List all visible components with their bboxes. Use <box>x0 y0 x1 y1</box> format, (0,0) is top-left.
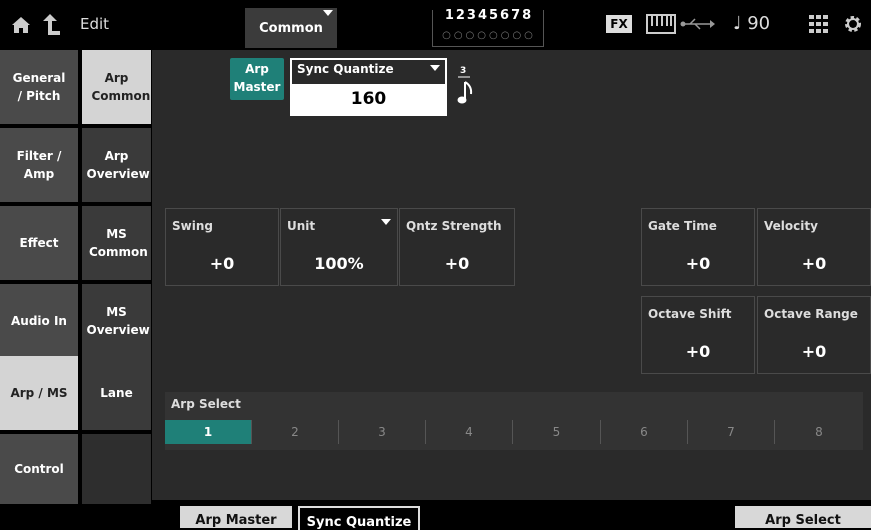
part-select-label: Common <box>259 20 323 36</box>
tab-label: Effect <box>19 236 59 250</box>
octave-range-value: +0 <box>801 342 827 361</box>
tab-effect[interactable]: Effect <box>0 206 80 282</box>
qntz-strength-label: Qntz Strength <box>406 219 502 233</box>
qntz-strength-param[interactable]: Qntz Strength +0 <box>399 208 515 286</box>
arp-select-option[interactable]: 4 <box>426 420 513 444</box>
unit-param[interactable]: Unit 100% <box>280 208 398 286</box>
subtab-arp-common[interactable]: Arp Common <box>82 50 151 126</box>
tempo-display[interactable]: ♩ 90 <box>733 13 770 34</box>
swing-param[interactable]: Swing +0 <box>165 208 279 286</box>
gate-time-label: Gate Time <box>648 219 717 233</box>
triplet-eighth-note-icon: 3 <box>456 66 476 108</box>
gear-icon[interactable] <box>843 14 863 34</box>
subtab-ms-overview[interactable]: MS Overview <box>82 284 151 360</box>
arp-select-label: Arp Select <box>171 397 241 411</box>
eighth-note-icon <box>457 76 473 104</box>
arp-select-option[interactable]: 3 <box>339 420 426 444</box>
tab-label: Arp / MS <box>10 386 68 400</box>
arp-select-bar: Arp Select 1 2 3 4 5 6 7 8 <box>165 392 863 450</box>
chevron-down-icon <box>430 65 440 71</box>
mode-title: Edit <box>80 15 110 33</box>
tab-label: Control <box>14 462 64 476</box>
subtab-label: MS Common <box>89 227 148 259</box>
tab-audio-in[interactable]: Audio In <box>0 284 80 360</box>
tab-general-pitch[interactable]: General / Pitch <box>0 50 80 126</box>
tab-label: Audio In <box>11 314 67 328</box>
octave-range-param[interactable]: Octave Range +0 <box>757 296 871 374</box>
tab-arp-ms[interactable]: Arp / MS <box>0 356 80 432</box>
home-icon[interactable] <box>10 14 32 36</box>
bottom-arp-master-button[interactable]: Arp Master <box>180 506 292 528</box>
sync-quantize-field[interactable]: Sync Quantize 160 <box>290 58 447 116</box>
octave-range-label: Octave Range <box>764 307 858 321</box>
arp-select-option[interactable]: 5 <box>513 420 601 444</box>
tab-control[interactable]: Control <box>0 434 80 506</box>
subtab-ms-common[interactable]: MS Common <box>82 206 151 282</box>
qntz-strength-value: +0 <box>444 254 470 273</box>
part-numbers: 12345678 <box>444 8 534 23</box>
swing-value: +0 <box>209 254 235 273</box>
octave-shift-param[interactable]: Octave Shift +0 <box>641 296 755 374</box>
part-dots: ○○○○○○○○ <box>442 30 536 41</box>
arp-select-option[interactable]: 1 <box>165 420 252 444</box>
usb-icon <box>680 18 715 30</box>
part-select-dropdown[interactable]: Common <box>245 8 337 48</box>
tab-label: General / Pitch <box>12 71 66 103</box>
arp-select-option[interactable]: 6 <box>601 420 688 444</box>
arp-master-button[interactable]: Arp Master <box>230 58 284 100</box>
unit-value: 100% <box>314 254 364 273</box>
velocity-param[interactable]: Velocity +0 <box>757 208 871 286</box>
chevron-down-icon <box>323 10 333 16</box>
subtab-label: Arp Common <box>91 71 151 103</box>
tab-filter-amp[interactable]: Filter / Amp <box>0 128 80 204</box>
velocity-value: +0 <box>801 254 827 273</box>
subtab-label: Lane <box>100 386 133 400</box>
top-bar: Edit Common 12345678 ○○○○○○○○ FX ♩ 90 <box>0 0 871 50</box>
subtab-label: Arp Overview <box>86 149 150 181</box>
grid-icon[interactable] <box>809 15 829 33</box>
chevron-down-icon <box>381 219 391 225</box>
subtab-lane[interactable]: Lane <box>82 356 151 432</box>
tab-label: Filter / Amp <box>16 149 62 181</box>
fx-badge[interactable]: FX <box>606 15 632 33</box>
subtab-empty <box>82 434 151 506</box>
subtab-arp-overview[interactable]: Arp Overview <box>82 128 151 204</box>
bottom-sync-quantize-button[interactable]: Sync Quantize <box>298 506 420 530</box>
tuplet-number: 3 <box>460 66 467 76</box>
arp-select-option[interactable]: 2 <box>252 420 339 444</box>
velocity-label: Velocity <box>764 219 818 233</box>
octave-shift-label: Octave Shift <box>648 307 732 321</box>
arp-master-label-line2: Master <box>233 80 281 94</box>
gate-time-value: +0 <box>685 254 711 273</box>
unit-label: Unit <box>287 219 316 233</box>
octave-shift-value: +0 <box>685 342 711 361</box>
swing-label: Swing <box>172 219 213 233</box>
arp-master-label-line1: Arp <box>245 62 269 76</box>
subtab-label: MS Overview <box>86 305 150 337</box>
part-indicator: 12345678 ○○○○○○○○ <box>432 8 544 47</box>
keyboard-icon <box>646 14 676 34</box>
arp-select-option[interactable]: 8 <box>775 420 863 444</box>
gate-time-param[interactable]: Gate Time +0 <box>641 208 755 286</box>
up-arrow-icon[interactable] <box>40 13 62 37</box>
sync-quantize-value: 160 <box>292 84 445 114</box>
bottom-arp-select-button[interactable]: Arp Select <box>735 506 871 528</box>
arp-select-option[interactable]: 7 <box>688 420 775 444</box>
sync-quantize-label: Sync Quantize <box>297 62 394 76</box>
